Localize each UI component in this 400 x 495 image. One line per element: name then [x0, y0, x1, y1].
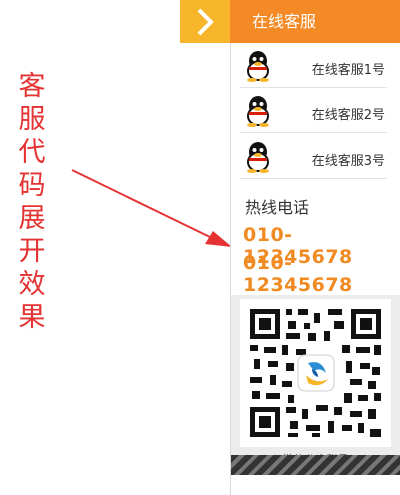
qq-penguin-icon	[247, 51, 269, 82]
panel-title: 在线客服	[230, 0, 400, 43]
chevron-right-icon	[197, 8, 214, 36]
panel-body: 在线客服1号 在线客服2号 在线客服3号 热线电话 010-12345678 0…	[230, 43, 400, 495]
service-item-1[interactable]: 在线客服1号	[240, 45, 387, 88]
service-item-2[interactable]: 在线客服2号	[240, 90, 387, 133]
customer-service-panel: 在线客服 在线客服1号 在线客服2号 在线客服3号 热线电话 010-12345…	[180, 0, 400, 495]
service-label: 在线客服3号	[311, 154, 385, 169]
qq-penguin-icon	[247, 96, 269, 127]
wechat-qr-code	[240, 299, 391, 447]
hotline-phone: 010-12345678	[243, 252, 353, 296]
qq-penguin-icon	[247, 142, 269, 173]
qr-code-icon	[250, 309, 381, 437]
decorative-stripe-bar	[231, 455, 400, 475]
qr-section: 微信公众账号	[231, 295, 400, 475]
collapse-toggle-button[interactable]	[180, 0, 230, 43]
service-label: 在线客服1号	[311, 63, 385, 78]
hotline-title: 热线电话	[245, 198, 310, 217]
service-label: 在线客服2号	[311, 108, 385, 123]
service-item-3[interactable]: 在线客服3号	[240, 136, 387, 179]
